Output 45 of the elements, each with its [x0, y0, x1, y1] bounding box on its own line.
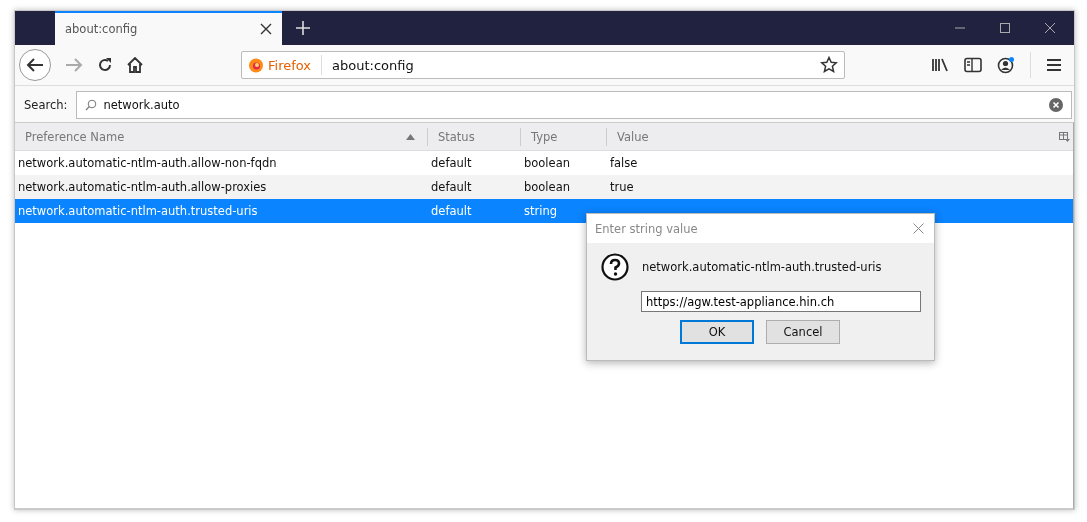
- dialog-button[interactable]: Cancel: [766, 320, 840, 344]
- library-icon[interactable]: [931, 57, 949, 73]
- star-icon[interactable]: [820, 56, 838, 74]
- plus-icon[interactable]: [296, 21, 310, 35]
- preference-name: network.automatic-ntlm-auth.allow-proxies: [17, 180, 268, 194]
- column-header[interactable]: Type: [520, 127, 606, 146]
- search-label: Search:: [24, 98, 68, 112]
- home-icon[interactable]: [127, 57, 143, 73]
- status-cell-text: default: [430, 204, 473, 218]
- question-icon: [601, 253, 629, 281]
- search-field[interactable]: network.auto: [76, 91, 1072, 119]
- column-header[interactable]: Status: [427, 127, 520, 146]
- column-header[interactable]: Preference Name: [15, 127, 427, 146]
- column-header[interactable]: Value: [606, 127, 806, 146]
- dialog-button[interactable]: OK: [680, 320, 754, 344]
- status-cell-text: default: [430, 180, 473, 194]
- value-cell-text: false: [609, 156, 639, 170]
- maximize-icon[interactable]: [999, 22, 1011, 34]
- preference-name: network.automatic-ntlm-auth.trusted-uris: [17, 204, 259, 218]
- search-icon: [85, 99, 98, 111]
- preference-name: network.automatic-ntlm-auth.allow-non-fqdn: [17, 156, 278, 170]
- status-cell-text: default: [430, 156, 473, 170]
- identity-label: Firefox: [268, 57, 312, 73]
- type-cell-text: boolean: [523, 180, 571, 194]
- column-picker-icon[interactable]: [1059, 132, 1070, 142]
- back-arrow-icon: [26, 57, 44, 73]
- close-icon[interactable]: [260, 23, 272, 35]
- menu-icon[interactable]: [1046, 58, 1062, 72]
- url-text: about:config: [332, 57, 415, 73]
- dialog-message: network.automatic-ntlm-auth.trusted-uris: [642, 260, 882, 274]
- type-cell-text: string: [523, 204, 558, 218]
- value-field[interactable]: https://agw.test-appliance.hin.ch: [641, 291, 921, 312]
- type-cell-text: boolean: [523, 156, 571, 170]
- back-button[interactable]: [19, 49, 51, 81]
- firefox-logo-icon: [248, 57, 264, 73]
- clear-icon[interactable]: [1049, 98, 1063, 112]
- dialog-title: Enter string value: [595, 221, 698, 236]
- browser-tab[interactable]: about:config: [55, 11, 282, 45]
- address-bar[interactable]: Firefox about:config: [241, 51, 845, 79]
- value-cell-text: true: [609, 180, 635, 194]
- table-row[interactable]: network.automatic-ntlm-auth.allow-proxies default boolean true: [15, 175, 1073, 199]
- sidebar-icon[interactable]: [964, 57, 982, 73]
- account-icon[interactable]: [997, 56, 1015, 74]
- reload-icon[interactable]: [97, 57, 113, 73]
- close-icon[interactable]: [1044, 22, 1056, 34]
